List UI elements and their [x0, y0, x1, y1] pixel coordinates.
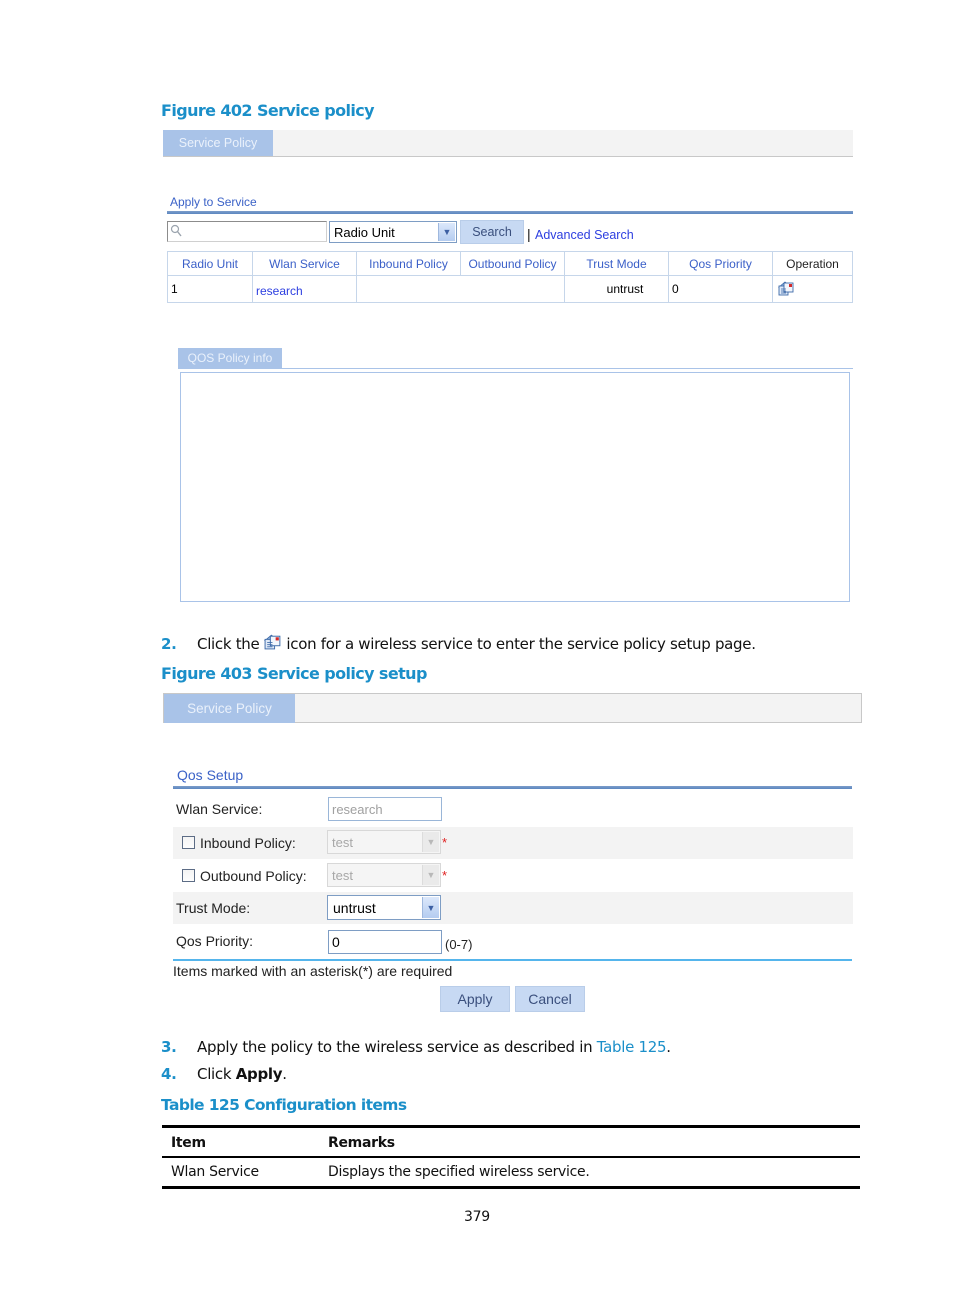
- step-2-text-before: Click the: [197, 635, 260, 653]
- row-qos-priority: Qos Priority: 0 (0-7): [173, 925, 853, 957]
- qos-tab-divider: [178, 368, 853, 369]
- required-asterisk: *: [442, 835, 448, 850]
- chevron-down-icon: ▼: [422, 897, 439, 918]
- table-header-row: Radio Unit Wlan Service Inbound Policy O…: [167, 251, 853, 276]
- section-divider: [173, 786, 852, 789]
- cell-qos-priority: 0: [668, 275, 773, 303]
- outbound-policy-label: Outbound Policy:: [200, 868, 307, 884]
- chevron-down-icon: ▼: [438, 223, 455, 241]
- chevron-down-icon: ▼: [422, 865, 439, 885]
- cell-wlan-service-link[interactable]: research: [252, 275, 357, 303]
- form-footer-divider: [173, 959, 852, 961]
- col-wlan-service[interactable]: Wlan Service: [252, 251, 357, 276]
- col-outbound-policy[interactable]: Outbound Policy: [460, 251, 565, 276]
- inbound-policy-select: test ▼: [327, 830, 441, 854]
- qos-setup-title: Qos Setup: [177, 767, 244, 783]
- step-2-text-after: icon for a wireless service to enter the…: [286, 635, 756, 653]
- qos-priority-range-hint: (0-7): [445, 937, 473, 952]
- row-outbound-policy: Outbound Policy: test ▼ *: [173, 860, 853, 892]
- edit-icon: [263, 633, 282, 650]
- inbound-policy-select-value: test: [332, 834, 353, 850]
- qos-priority-label: Qos Priority:: [176, 933, 254, 949]
- page-number: 379: [464, 1209, 490, 1225]
- table-top-rule: [162, 1125, 860, 1128]
- row-inbound-policy: Inbound Policy: test ▼ *: [173, 827, 853, 859]
- step-3: 3. Apply the policy to the wireless serv…: [161, 1038, 671, 1056]
- cell-operation: [772, 275, 853, 303]
- step-4: 4. Click Apply.: [161, 1065, 287, 1083]
- table-header-item: Item: [171, 1135, 206, 1151]
- table-row-remarks: Displays the specified wireless service.: [328, 1164, 590, 1180]
- inbound-policy-checkbox[interactable]: [182, 836, 195, 849]
- row-trust-mode: Trust Mode: untrust ▼: [173, 892, 853, 924]
- step-3-text: Apply the policy to the wireless service…: [197, 1038, 593, 1056]
- apply-to-service-title: Apply to Service: [170, 195, 257, 209]
- search-icon: [170, 224, 182, 238]
- service-table: Radio Unit Wlan Service Inbound Policy O…: [167, 251, 853, 303]
- row-wlan-service: Wlan Service: research: [173, 793, 853, 825]
- col-qos-priority[interactable]: Qos Priority: [668, 251, 773, 276]
- apply-button[interactable]: Apply: [440, 986, 510, 1012]
- cell-policies: [356, 275, 565, 303]
- cancel-button[interactable]: Cancel: [515, 986, 585, 1012]
- section-divider: [167, 211, 853, 214]
- edit-icon[interactable]: [777, 280, 795, 296]
- table-header-rule: [162, 1156, 860, 1158]
- separator: |: [527, 226, 531, 242]
- chevron-down-icon: ▼: [422, 832, 439, 852]
- search-field-select-value: Radio Unit: [334, 224, 395, 240]
- figure-402-caption: Figure 402 Service policy: [161, 101, 375, 120]
- qos-priority-input[interactable]: 0: [328, 930, 442, 954]
- table-header-remarks: Remarks: [328, 1135, 395, 1151]
- table-125-caption: Table 125 Configuration items: [161, 1096, 407, 1114]
- wlan-service-label: Wlan Service:: [176, 801, 263, 817]
- advanced-search-link[interactable]: Advanced Search: [535, 228, 634, 242]
- tab-service-policy[interactable]: Service Policy: [163, 130, 273, 156]
- step-2-number: 2.: [161, 635, 177, 653]
- step-4-text: Click: [197, 1065, 232, 1083]
- service-policy-setup-tabbar: Service Policy: [163, 693, 862, 723]
- step-4-number: 4.: [161, 1065, 177, 1083]
- trust-mode-label: Trust Mode:: [176, 900, 251, 916]
- search-field-select[interactable]: Radio Unit ▼: [329, 221, 457, 243]
- figure-403-caption: Figure 403 Service policy setup: [161, 664, 427, 683]
- table-125-link[interactable]: Table 125: [597, 1038, 667, 1056]
- required-asterisk: *: [442, 868, 448, 883]
- service-policy-tabbar: Service Policy: [163, 130, 853, 157]
- trust-mode-select[interactable]: untrust ▼: [327, 895, 441, 920]
- wlan-service-field: research: [328, 797, 442, 821]
- search-button[interactable]: Search: [460, 220, 524, 244]
- col-trust-mode[interactable]: Trust Mode: [564, 251, 669, 276]
- col-radio-unit[interactable]: Radio Unit: [167, 251, 253, 276]
- search-input[interactable]: [167, 221, 327, 242]
- qos-policy-info-panel: [180, 372, 850, 602]
- required-note: Items marked with an asterisk(*) are req…: [173, 963, 453, 979]
- cell-trust-mode: untrust: [564, 275, 669, 303]
- step-4-bold: Apply: [235, 1065, 283, 1083]
- step-3-end: .: [666, 1038, 671, 1056]
- table-row: 1 research untrust 0: [167, 275, 853, 303]
- outbound-policy-select-value: test: [332, 867, 353, 883]
- step-2: 2. Click the icon for a wireless service…: [161, 633, 756, 653]
- col-operation: Operation: [772, 251, 853, 276]
- step-3-number: 3.: [161, 1038, 177, 1056]
- col-inbound-policy[interactable]: Inbound Policy: [356, 251, 461, 276]
- tab-qos-policy-info[interactable]: QOS Policy info: [178, 348, 282, 368]
- inbound-policy-label: Inbound Policy:: [200, 835, 296, 851]
- tab-service-policy-setup[interactable]: Service Policy: [164, 694, 295, 723]
- cell-radio-unit: 1: [167, 275, 253, 303]
- table-row-item: Wlan Service: [171, 1164, 259, 1180]
- table-bottom-rule: [162, 1186, 860, 1189]
- trust-mode-select-value: untrust: [333, 899, 376, 916]
- outbound-policy-select: test ▼: [327, 863, 441, 887]
- step-4-end: .: [282, 1065, 287, 1083]
- outbound-policy-checkbox[interactable]: [182, 869, 195, 882]
